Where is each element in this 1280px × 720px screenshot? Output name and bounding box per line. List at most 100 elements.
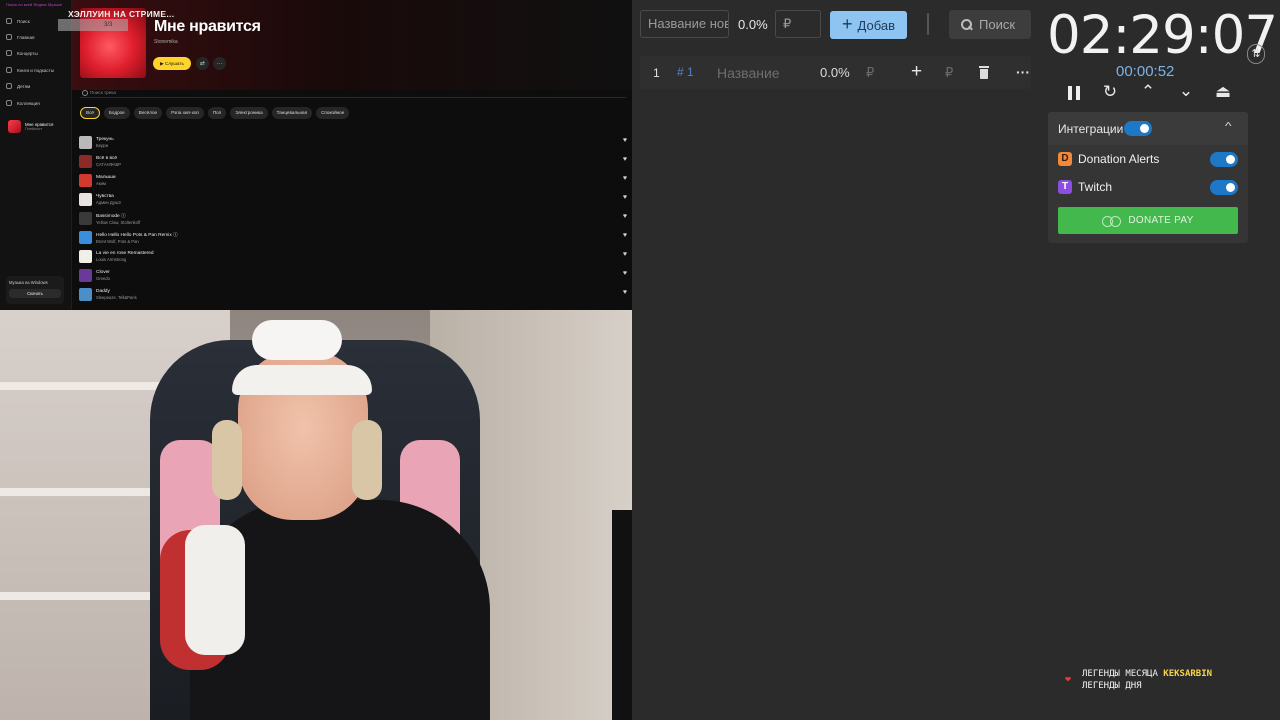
sidebar-item-kids[interactable]: Детям [6,83,30,89]
track-name: Bassimode ⓘ [96,214,126,219]
like-heart-icon[interactable]: ♥ [623,156,627,163]
add-amount-icon[interactable]: + [911,61,922,83]
search-button-label: Поиск [979,17,1016,32]
stream-overlay-title: ХЭЛЛУИН НА СТРИМЕ... [68,9,175,19]
chip-all[interactable]: Всё [80,107,100,119]
track-row[interactable]: Чувства Админ ДушЗ ♥ [79,190,631,209]
track-artist: Админ ДушЗ [96,200,121,205]
track-name: Clover [96,270,110,275]
like-heart-icon[interactable]: ♥ [623,137,627,144]
favorite-subtitle: Плейлист [25,127,43,131]
new-lot-amount-input[interactable]: ₽ [775,10,821,38]
track-cover [79,155,92,168]
track-cover [79,288,92,301]
track-name: Hello Hello Hello Pots & Pan Remix ⓘ [96,233,178,238]
swap-icon[interactable]: ⇅ [1247,44,1265,64]
twitch-icon: T [1058,180,1072,194]
eject-icon[interactable]: ⏏ [1212,81,1234,103]
reset-icon[interactable]: ↻ [1099,81,1121,103]
like-heart-icon[interactable]: ♥ [623,251,627,258]
track-name: Всё в всё [96,156,118,161]
track-row[interactable]: Hello Hello Hello Pots & Pan Remix ⓘ Bren… [79,228,631,247]
book-icon [6,67,12,73]
toolbar-divider [927,13,929,35]
headphones-left [212,420,242,500]
download-button[interactable]: Скачать [9,289,61,298]
sidebar-item-search[interactable]: Поиск [6,18,30,24]
track-row[interactable]: Трекунь Берри ♥ [79,133,631,152]
track-cover [79,231,92,244]
new-lot-name-input[interactable]: Название нов [640,10,729,38]
integrations-toggle[interactable] [1124,121,1152,136]
sock-puppet [185,525,245,655]
track-cover [79,212,92,225]
chevron-down-icon[interactable]: ⌄ [1175,80,1197,102]
new-lot-percent: 0.0% [738,17,768,32]
chevron-up-icon[interactable]: ^ [1225,120,1232,131]
chip[interactable]: Спокойное [316,107,350,119]
like-heart-icon[interactable]: ♥ [623,289,627,296]
search-button[interactable]: Поиск [949,10,1031,39]
track-artist: Берри [96,143,109,148]
chevron-up-icon[interactable]: ⌃ [1137,81,1159,103]
pause-icon[interactable] [1068,86,1080,100]
windows-promo-text: Музыка на Windows [9,280,48,285]
track-row[interactable]: Daddy Sleepeaze, Tell&Paris ♥ [79,285,631,304]
lot-name-input[interactable]: Название [717,65,780,81]
heart-cover-icon [8,120,21,133]
lot-more-icon[interactable]: ··· [1016,64,1030,80]
donation-alerts-toggle[interactable] [1210,152,1238,167]
track-row[interactable]: Всё в всё САТАНФАБР ♥ [79,152,631,171]
main-timer: 02:29:07 [1047,5,1278,66]
like-heart-icon[interactable]: ♥ [623,194,627,201]
webcam-feed [0,310,632,720]
track-row[interactable]: Bassimode ⓘ Yellow Claw, Stoltenkoff ♥ [79,209,631,228]
legends-month-label: ЛЕГЕНДЫ МЕСЯЦА [1082,669,1158,679]
sidebar-item-books[interactable]: Книги и подкасты [6,67,54,73]
chip[interactable]: Рэпа хип-хоп [166,107,204,119]
track-cover [79,174,92,187]
track-artist: Greedo [96,276,110,281]
like-heart-icon[interactable]: ♥ [623,175,627,182]
lot-number: 1 [653,66,660,80]
headphones-right [352,420,382,500]
more-icon[interactable]: ··· [213,57,226,70]
listen-button[interactable]: ▶ Слушать [153,57,191,70]
lot-row[interactable]: 1 # 1 Название 0.0% ₽ + ₽ ··· [640,56,1031,89]
integrations-header[interactable]: Интеграции ^ [1048,112,1248,145]
sidebar-brand: Поиск по всей Яндекс Музыке [6,2,63,7]
sidebar-item-collection[interactable]: Коллекция [6,100,40,106]
chip[interactable]: Танцевальная [271,107,313,119]
chip[interactable]: Поп [207,107,227,119]
track-cover [79,136,92,149]
lot-id: # 1 [677,65,694,79]
playlist-owner[interactable]: Stonemika [154,39,178,45]
delete-lot-icon[interactable] [979,66,989,79]
chip[interactable]: Бодрое [103,107,130,119]
sidebar-item-label: Главная [17,34,35,40]
track-row[interactable]: Малыши Аким ♥ [79,171,631,190]
lot-add-amount-input[interactable]: ₽ [945,65,953,81]
lot-amount[interactable]: ₽ [866,65,874,81]
sidebar-item-concerts[interactable]: Концерты [6,50,38,56]
track-row[interactable]: La vie en rose Remastered Louis Armstrong… [79,247,631,266]
track-search-input[interactable]: Поиск трека [80,88,626,98]
headband [232,365,372,395]
like-heart-icon[interactable]: ♥ [623,213,627,220]
like-heart-icon[interactable]: ♥ [623,270,627,277]
donatepay-button[interactable]: DONATE PAY [1058,207,1238,234]
twitch-toggle[interactable] [1210,180,1238,195]
shuffle-icon[interactable]: ⇄ [196,57,209,70]
sidebar-item-home[interactable]: Главная [6,34,34,40]
add-lot-label: Добав [857,17,895,33]
sub-timer: 00:00:52 [1116,63,1175,80]
add-lot-button[interactable]: + Добав [830,11,907,39]
track-row[interactable]: Clover Greedo ♥ [79,266,631,285]
playlist-title: Мне нравится [154,18,261,35]
collection-icon [6,100,12,106]
chip[interactable]: Электроника [230,107,268,119]
sidebar-favorite-playlist[interactable]: Мне нравится Плейлист [8,120,53,133]
track-name: Чувства [96,194,114,199]
chip[interactable]: Весёлое [133,107,163,119]
like-heart-icon[interactable]: ♥ [623,232,627,239]
